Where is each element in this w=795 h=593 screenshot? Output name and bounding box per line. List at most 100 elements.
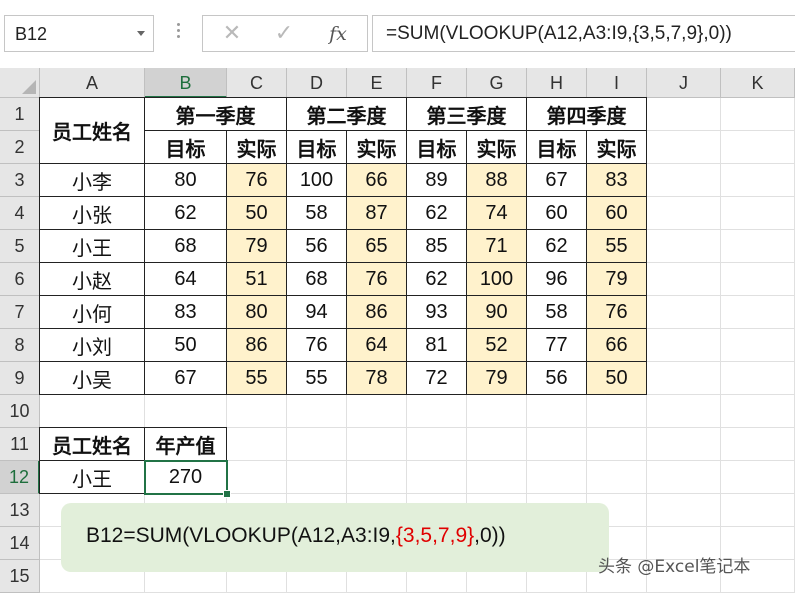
cell-e4[interactable]: 87	[347, 197, 407, 230]
cell-e6[interactable]: 76	[347, 263, 407, 296]
cell-i3[interactable]: 83	[587, 164, 647, 197]
cell-h3[interactable]: 67	[527, 164, 587, 197]
cell-b9[interactable]: 67	[145, 362, 227, 395]
cell-g7[interactable]: 90	[467, 296, 527, 329]
cell-b3[interactable]: 80	[145, 164, 227, 197]
cell-e8[interactable]: 64	[347, 329, 407, 362]
cell-c6[interactable]: 51	[227, 263, 287, 296]
row-header-3[interactable]: 3	[0, 164, 40, 197]
column-header-f[interactable]: F	[407, 68, 467, 98]
row-header-13[interactable]: 13	[0, 494, 40, 527]
cell-b4[interactable]: 62	[145, 197, 227, 230]
cell-b11[interactable]: 年产值	[145, 428, 227, 461]
name-box[interactable]: B12	[4, 15, 154, 52]
cell-e5[interactable]: 65	[347, 230, 407, 263]
column-header-d[interactable]: D	[287, 68, 347, 98]
cell-f1[interactable]: 第三季度	[407, 98, 527, 131]
cell-d1[interactable]: 第二季度	[287, 98, 407, 131]
cell-d9[interactable]: 55	[287, 362, 347, 395]
cell-h1[interactable]: 第四季度	[527, 98, 647, 131]
cell-d2[interactable]: 目标	[287, 131, 347, 164]
cell-f6[interactable]: 62	[407, 263, 467, 296]
cell-d8[interactable]: 76	[287, 329, 347, 362]
cell-i5[interactable]: 55	[587, 230, 647, 263]
cell-f8[interactable]: 81	[407, 329, 467, 362]
column-header-h[interactable]: H	[527, 68, 587, 98]
cell-g6[interactable]: 100	[467, 263, 527, 296]
formula-input[interactable]: =SUM(VLOOKUP(A12,A3:I9,{3,5,7,9},0))	[372, 15, 795, 52]
cell-d5[interactable]: 56	[287, 230, 347, 263]
cell-i9[interactable]: 50	[587, 362, 647, 395]
column-header-i[interactable]: I	[587, 68, 647, 98]
column-header-g[interactable]: G	[467, 68, 527, 98]
cell-c2[interactable]: 实际	[227, 131, 287, 164]
cancel-icon[interactable]: ✕	[217, 20, 247, 48]
enter-icon[interactable]: ✓	[269, 20, 299, 48]
cell-c7[interactable]: 80	[227, 296, 287, 329]
cell-b8[interactable]: 50	[145, 329, 227, 362]
cell-e9[interactable]: 78	[347, 362, 407, 395]
cell-c9[interactable]: 55	[227, 362, 287, 395]
cell-g5[interactable]: 71	[467, 230, 527, 263]
cell-d4[interactable]: 58	[287, 197, 347, 230]
cell-h9[interactable]: 56	[527, 362, 587, 395]
cell-c3[interactable]: 76	[227, 164, 287, 197]
cell-i8[interactable]: 66	[587, 329, 647, 362]
cell-i7[interactable]: 76	[587, 296, 647, 329]
cell-i2[interactable]: 实际	[587, 131, 647, 164]
cell-g9[interactable]: 79	[467, 362, 527, 395]
cell-g8[interactable]: 52	[467, 329, 527, 362]
cell-h8[interactable]: 77	[527, 329, 587, 362]
cell-f7[interactable]: 93	[407, 296, 467, 329]
row-header-8[interactable]: 8	[0, 329, 40, 362]
cell-c5[interactable]: 79	[227, 230, 287, 263]
cell-a5[interactable]: 小王	[40, 230, 145, 263]
cell-f2[interactable]: 目标	[407, 131, 467, 164]
cell-c8[interactable]: 86	[227, 329, 287, 362]
column-header-c[interactable]: C	[227, 68, 287, 98]
cell-g3[interactable]: 88	[467, 164, 527, 197]
column-header-k[interactable]: K	[721, 68, 795, 98]
row-header-9[interactable]: 9	[0, 362, 40, 395]
more-options-icon[interactable]	[177, 23, 180, 43]
fill-handle[interactable]	[223, 490, 231, 498]
cell-e7[interactable]: 86	[347, 296, 407, 329]
cell-b2[interactable]: 目标	[145, 131, 227, 164]
cell-a4[interactable]: 小张	[40, 197, 145, 230]
row-header-7[interactable]: 7	[0, 296, 40, 329]
row-header-5[interactable]: 5	[0, 230, 40, 263]
cell-h7[interactable]: 58	[527, 296, 587, 329]
select-all-corner[interactable]	[0, 68, 40, 98]
row-header-11[interactable]: 11	[0, 428, 40, 461]
column-header-e[interactable]: E	[347, 68, 407, 98]
row-header-15[interactable]: 15	[0, 560, 40, 593]
cell-a12[interactable]: 小王	[40, 461, 145, 494]
row-header-1[interactable]: 1	[0, 98, 40, 131]
cell-d3[interactable]: 100	[287, 164, 347, 197]
cell-a11[interactable]: 员工姓名	[40, 428, 145, 461]
cell-d6[interactable]: 68	[287, 263, 347, 296]
insert-function-icon[interactable]: fx	[323, 20, 353, 48]
cell-d7[interactable]: 94	[287, 296, 347, 329]
row-header-12[interactable]: 12	[0, 461, 40, 494]
cell-f3[interactable]: 89	[407, 164, 467, 197]
cell-h5[interactable]: 62	[527, 230, 587, 263]
cell-b6[interactable]: 64	[145, 263, 227, 296]
cell-b12[interactable]: 270	[145, 461, 227, 494]
row-header-10[interactable]: 10	[0, 395, 40, 428]
cell-e3[interactable]: 66	[347, 164, 407, 197]
cell-a3[interactable]: 小李	[40, 164, 145, 197]
cell-b1[interactable]: 第一季度	[145, 98, 287, 131]
column-header-b[interactable]: B	[145, 68, 227, 98]
cell-a9[interactable]: 小吴	[40, 362, 145, 395]
row-header-6[interactable]: 6	[0, 263, 40, 296]
cell-g2[interactable]: 实际	[467, 131, 527, 164]
cell-c4[interactable]: 50	[227, 197, 287, 230]
cell-b5[interactable]: 68	[145, 230, 227, 263]
cell-h4[interactable]: 60	[527, 197, 587, 230]
cell-f9[interactable]: 72	[407, 362, 467, 395]
cell-f5[interactable]: 85	[407, 230, 467, 263]
row-header-2[interactable]: 2	[0, 131, 40, 164]
cell-h2[interactable]: 目标	[527, 131, 587, 164]
cell-g4[interactable]: 74	[467, 197, 527, 230]
